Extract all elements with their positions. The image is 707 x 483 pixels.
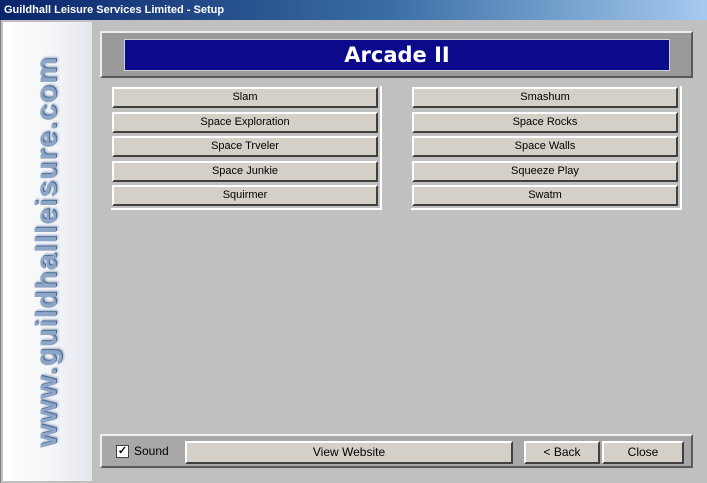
- window-title: Guildhall Leisure Services Limited - Set…: [4, 4, 225, 16]
- bottom-bar: ✓ Sound View Website < Back Close: [100, 434, 693, 468]
- game-button-swatm[interactable]: Swatm: [412, 185, 678, 206]
- game-button-space-rocks[interactable]: Space Rocks: [412, 111, 678, 133]
- game-button-space-walls[interactable]: Space Walls: [412, 136, 678, 157]
- header-frame: Arcade II: [100, 31, 693, 78]
- sound-checkbox[interactable]: ✓: [116, 444, 129, 458]
- page-title: Arcade II: [124, 39, 670, 71]
- game-button-squirmer[interactable]: Squirmer: [112, 185, 378, 206]
- game-button-slam[interactable]: Slam: [112, 87, 378, 108]
- check-mark-icon: ✓: [117, 444, 128, 457]
- game-button-space-trveler[interactable]: Space Trveler: [112, 136, 378, 157]
- back-button[interactable]: < Back: [524, 441, 600, 464]
- window-body: www.guildhallleisure.com Arcade II Slam …: [0, 20, 707, 483]
- sound-label: Sound: [134, 444, 169, 458]
- side-banner: www.guildhallleisure.com: [3, 22, 92, 481]
- game-button-space-junkie[interactable]: Space Junkie: [112, 160, 378, 182]
- game-list-left: Slam Space Exploration Space Trveler Spa…: [111, 86, 382, 210]
- sound-toggle[interactable]: ✓ Sound: [116, 443, 169, 459]
- close-button[interactable]: Close: [602, 441, 684, 464]
- window-title-bar[interactable]: Guildhall Leisure Services Limited - Set…: [0, 0, 707, 20]
- game-button-squeeze-play[interactable]: Squeeze Play: [412, 160, 678, 182]
- game-button-smashum[interactable]: Smashum: [412, 87, 678, 108]
- game-button-space-exploration[interactable]: Space Exploration: [112, 111, 378, 133]
- game-list-right: Smashum Space Rocks Space Walls Squeeze …: [411, 86, 682, 210]
- view-website-button[interactable]: View Website: [185, 441, 513, 464]
- website-logo-text: www.guildhallleisure.com: [30, 56, 63, 448]
